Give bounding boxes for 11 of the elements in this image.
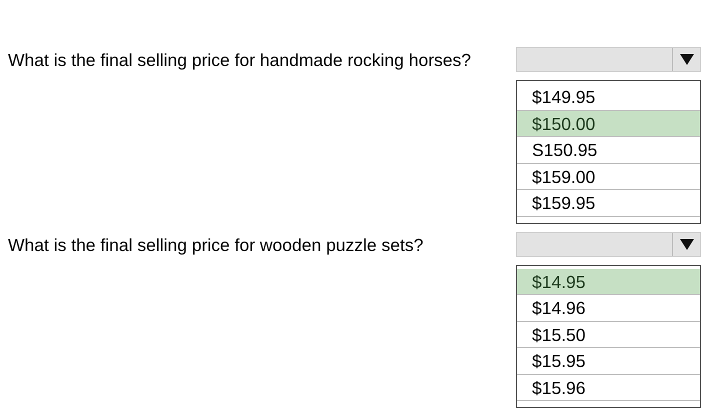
question-text: What is the final selling price for handmade rocking horses?: [8, 50, 472, 70]
question-text: What is the final selling price for wooden puzzle sets?: [8, 234, 424, 254]
caret-icon: [680, 54, 694, 65]
dropdown[interactable]: [516, 232, 701, 256]
caret-icon: [680, 238, 694, 250]
option-item[interactable]: $159.00: [517, 164, 700, 190]
option-item[interactable]: $15.96: [517, 374, 700, 401]
option-item[interactable]: $14.95: [517, 268, 700, 295]
option-item[interactable]: $150.00: [517, 110, 700, 137]
option-item[interactable]: $15.50: [517, 322, 700, 348]
dropdown[interactable]: [516, 47, 701, 72]
